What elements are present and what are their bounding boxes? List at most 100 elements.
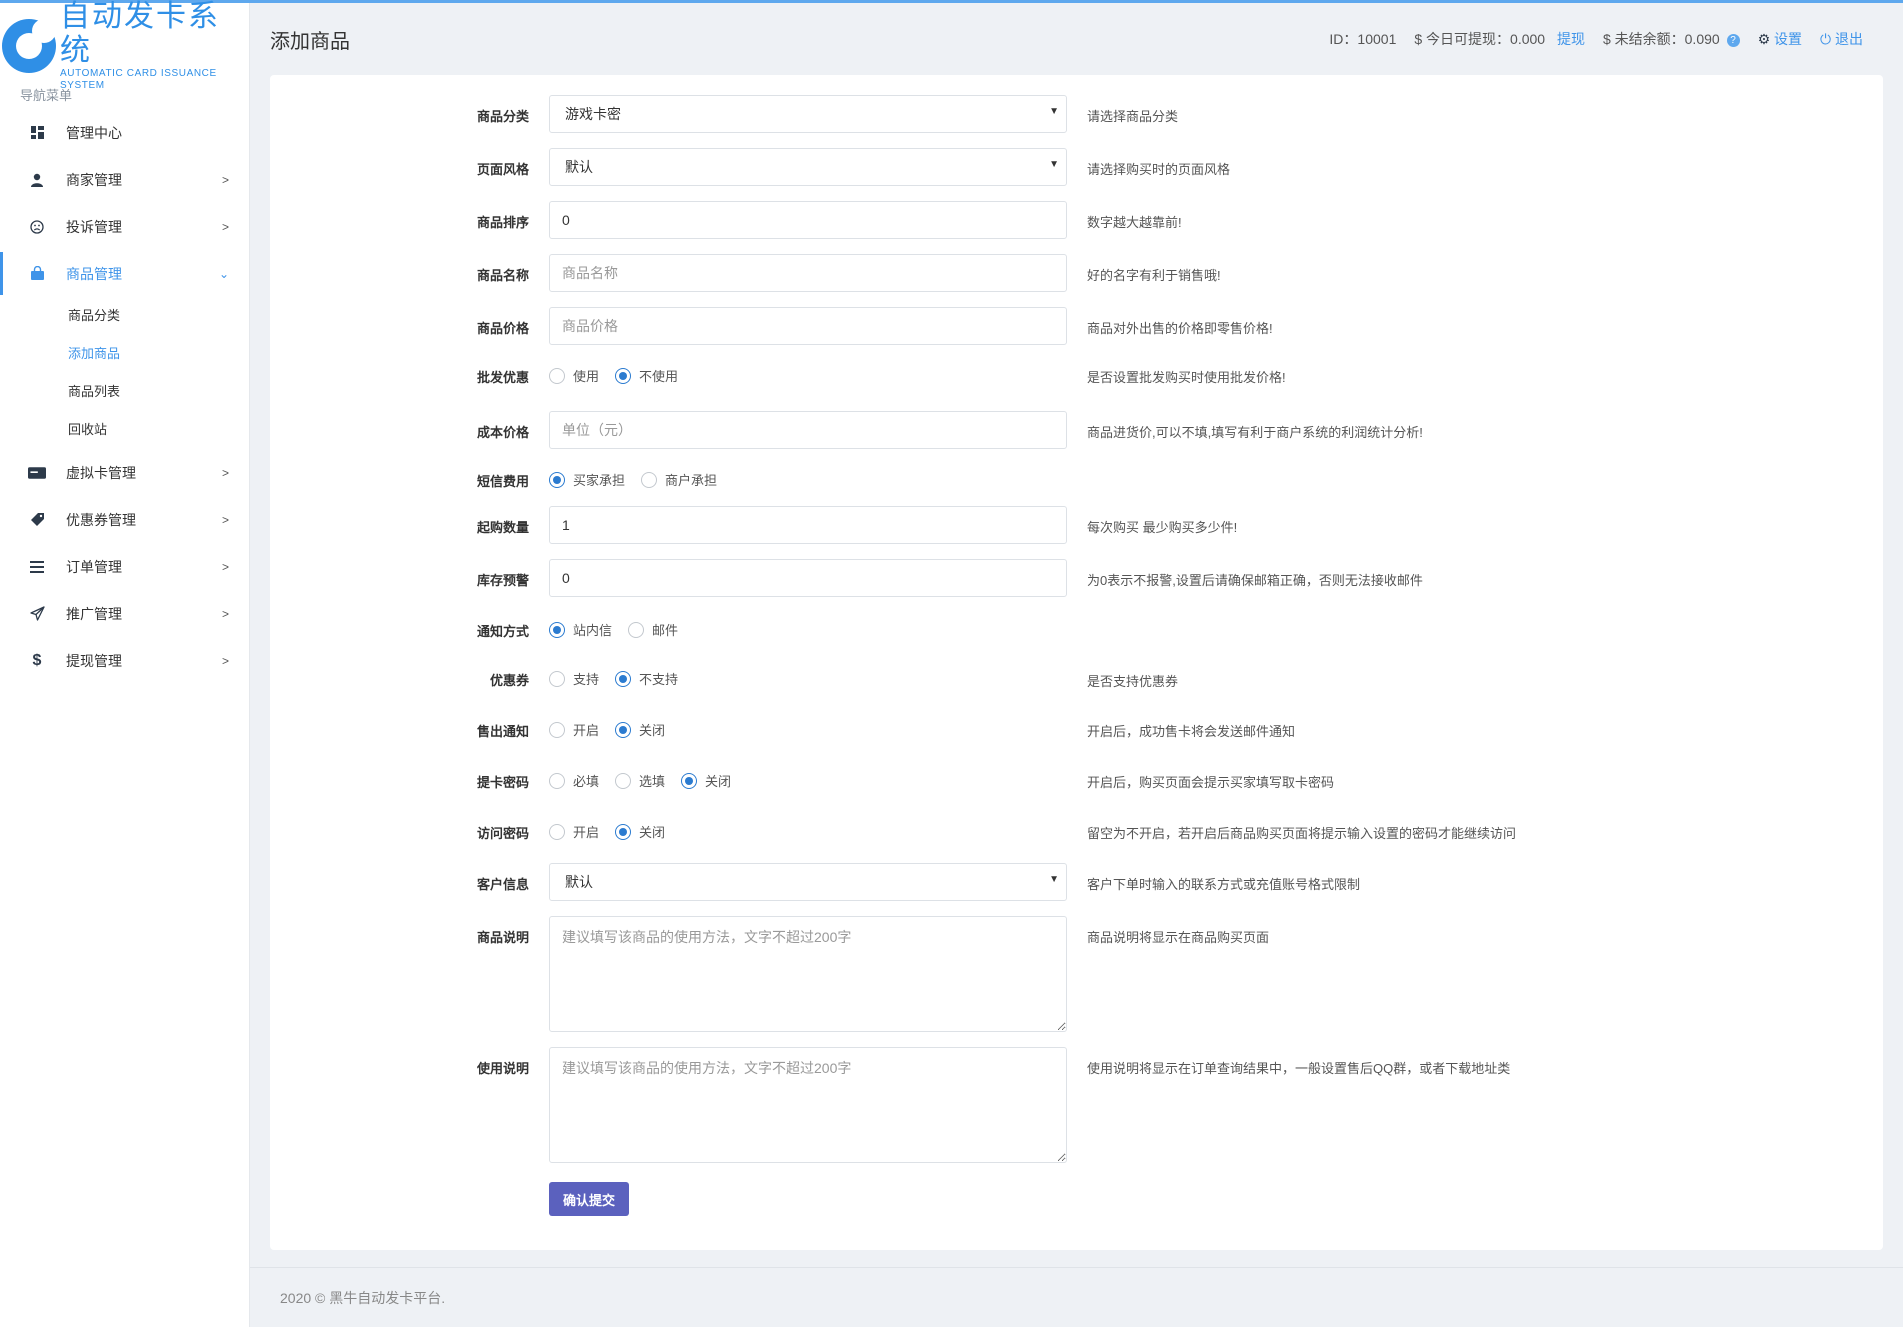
radio-button[interactable] — [549, 621, 565, 638]
radio-button[interactable] — [549, 823, 565, 840]
price-input[interactable] — [549, 307, 1067, 345]
radio-button[interactable] — [549, 772, 565, 789]
unsettled-text: $ 未结余额：0.090 — [1602, 31, 1720, 47]
radio-button[interactable] — [615, 367, 632, 384]
access-pwd-option-on[interactable]: 开启 — [549, 822, 599, 841]
customer-info-label: 客户信息 — [476, 877, 529, 892]
radio-button[interactable] — [641, 471, 658, 488]
add-product-form: 商品分类 游戏卡密 ▼ 请选择商品分类 页面风格 默认 ▼ 请选择购买时的页面风… — [270, 75, 1883, 1250]
radio-button[interactable] — [549, 471, 565, 488]
sort-help: 数字越大越靠前! — [1087, 215, 1182, 230]
sms-fee-label: 短信费用 — [476, 474, 529, 489]
sold-notify-label: 售出通知 — [476, 724, 529, 739]
radio-button[interactable] — [549, 670, 565, 687]
power-icon: ⏻ — [1820, 31, 1832, 47]
subnav-item-product-list[interactable]: 商品列表 — [0, 373, 249, 411]
settings-link[interactable]: ⚙ 设置 — [1758, 29, 1802, 49]
card-icon — [28, 464, 46, 482]
help-icon[interactable]: ? — [1726, 33, 1740, 47]
category-select[interactable]: 游戏卡密 — [549, 95, 1067, 133]
submit-button[interactable]: 确认提交 — [549, 1182, 630, 1216]
page-title: 添加商品 — [270, 30, 350, 53]
sold-notify-option-off[interactable]: 关闭 — [615, 720, 665, 739]
sidebar-item-complaints[interactable]: 投诉管理 > — [0, 203, 249, 250]
radio-button[interactable] — [549, 367, 565, 384]
sidebar-item-label: 提现管理 — [66, 652, 122, 669]
theme-select[interactable]: 默认 — [549, 148, 1067, 186]
merchant-id: ID：10001 — [1329, 31, 1397, 47]
sidebar-item-label: 管理中心 — [66, 124, 122, 141]
usage-label: 使用说明 — [476, 1061, 529, 1076]
min-qty-input[interactable] — [549, 506, 1067, 544]
usage-textarea[interactable] — [549, 1047, 1067, 1163]
sidebar-item-merchants[interactable]: 商家管理 > — [0, 156, 249, 203]
wholesale-radio-group: 使用 不使用 — [549, 366, 694, 385]
coupon-help: 是否支持优惠券 — [1087, 674, 1179, 689]
subnav-item-add-product[interactable]: 添加商品 — [0, 335, 249, 373]
chevron-right-icon: > — [221, 465, 229, 480]
coupon-label: 优惠券 — [489, 673, 529, 688]
radio-button[interactable] — [628, 621, 645, 638]
price-help: 商品对外出售的价格即零售价格! — [1087, 321, 1273, 336]
description-textarea[interactable] — [549, 916, 1067, 1032]
sidebar-item-promotion[interactable]: 推广管理 > — [0, 590, 249, 637]
wholesale-option-use[interactable]: 使用 — [549, 366, 599, 385]
pickup-pwd-radio-group: 必填 选填 关闭 — [549, 771, 747, 790]
list-icon — [28, 558, 46, 576]
chevron-right-icon: > — [221, 606, 229, 621]
dollar-icon: $ — [32, 651, 42, 669]
header: 添加商品 ID：10001 $ 今日可提现：0.000 提现 $ 未结余额：0.… — [250, 3, 1903, 75]
sidebar-item-virtual-cards[interactable]: 虚拟卡管理 > — [0, 449, 249, 496]
sidebar-item-label: 订单管理 — [66, 558, 122, 575]
radio-button[interactable] — [615, 721, 632, 738]
wholesale-label: 批发优惠 — [476, 370, 529, 385]
withdrawable-balance: $ 今日可提现：0.000 提现 — [1414, 29, 1585, 49]
access-pwd-help: 留空为不开启，若开启后商品购买页面将提示输入设置的密码才能继续访问 — [1087, 826, 1517, 841]
stock-alert-input[interactable] — [549, 559, 1067, 597]
notify-option-email[interactable]: 邮件 — [628, 620, 678, 639]
radio-button[interactable] — [615, 670, 632, 687]
category-help: 请选择商品分类 — [1087, 109, 1179, 124]
sort-input[interactable] — [549, 201, 1067, 239]
sidebar-item-dashboard[interactable]: 管理中心 — [0, 109, 249, 156]
sms-fee-option-buyer[interactable]: 买家承担 — [549, 470, 625, 489]
name-label: 商品名称 — [476, 268, 529, 283]
customer-info-select[interactable]: 默认 — [549, 863, 1067, 901]
coupon-radio-group: 支持 不支持 — [549, 669, 694, 688]
logo[interactable]: 自动发卡系统 AUTOMATIC CARD ISSUANCE SYSTEM — [0, 0, 249, 91]
sidebar-item-products[interactable]: 商品管理 ⌄ — [0, 250, 249, 297]
chevron-right-icon: > — [221, 512, 229, 527]
wholesale-option-nouse[interactable]: 不使用 — [615, 366, 678, 385]
cost-input[interactable] — [549, 411, 1067, 449]
gear-icon: ⚙ — [1757, 31, 1771, 47]
sidebar-item-coupons[interactable]: 优惠券管理 > — [0, 496, 249, 543]
subnav-item-recycle-bin[interactable]: 回收站 — [0, 411, 249, 449]
sold-notify-option-on[interactable]: 开启 — [549, 720, 599, 739]
name-input[interactable] — [549, 254, 1067, 292]
sidebar-item-label: 推广管理 — [66, 605, 122, 622]
theme-help: 请选择购买时的页面风格 — [1087, 162, 1231, 177]
logout-link[interactable]: ⏻ 退出 — [1820, 29, 1863, 49]
sms-fee-option-merchant[interactable]: 商户承担 — [641, 470, 717, 489]
notify-radio-group: 站内信 邮件 — [549, 620, 694, 639]
footer: 2020 © 黑牛自动发卡平台. — [280, 1290, 446, 1306]
sidebar-item-orders[interactable]: 订单管理 > — [0, 543, 249, 590]
logo-title: 自动发卡系统 — [60, 0, 220, 67]
notify-option-inbox[interactable]: 站内信 — [549, 620, 612, 639]
subnav-item-categories[interactable]: 商品分类 — [0, 297, 249, 335]
radio-button[interactable] — [549, 721, 565, 738]
sidebar-item-withdrawals[interactable]: $ 提现管理 > — [0, 637, 249, 684]
pickup-pwd-option-off[interactable]: 关闭 — [681, 771, 731, 790]
withdraw-link[interactable]: 提现 — [1557, 31, 1585, 47]
radio-button[interactable] — [615, 772, 632, 789]
pickup-pwd-option-optional[interactable]: 选填 — [615, 771, 665, 790]
radio-button[interactable] — [615, 823, 632, 840]
chevron-right-icon: > — [221, 172, 229, 187]
radio-button[interactable] — [681, 772, 698, 789]
ticket-icon — [28, 511, 46, 529]
coupon-option-support[interactable]: 支持 — [549, 669, 599, 688]
access-pwd-option-off[interactable]: 关闭 — [615, 822, 665, 841]
coupon-option-nosupport[interactable]: 不支持 — [615, 669, 678, 688]
pickup-pwd-option-required[interactable]: 必填 — [549, 771, 599, 790]
shopping-bag-icon — [28, 265, 46, 283]
